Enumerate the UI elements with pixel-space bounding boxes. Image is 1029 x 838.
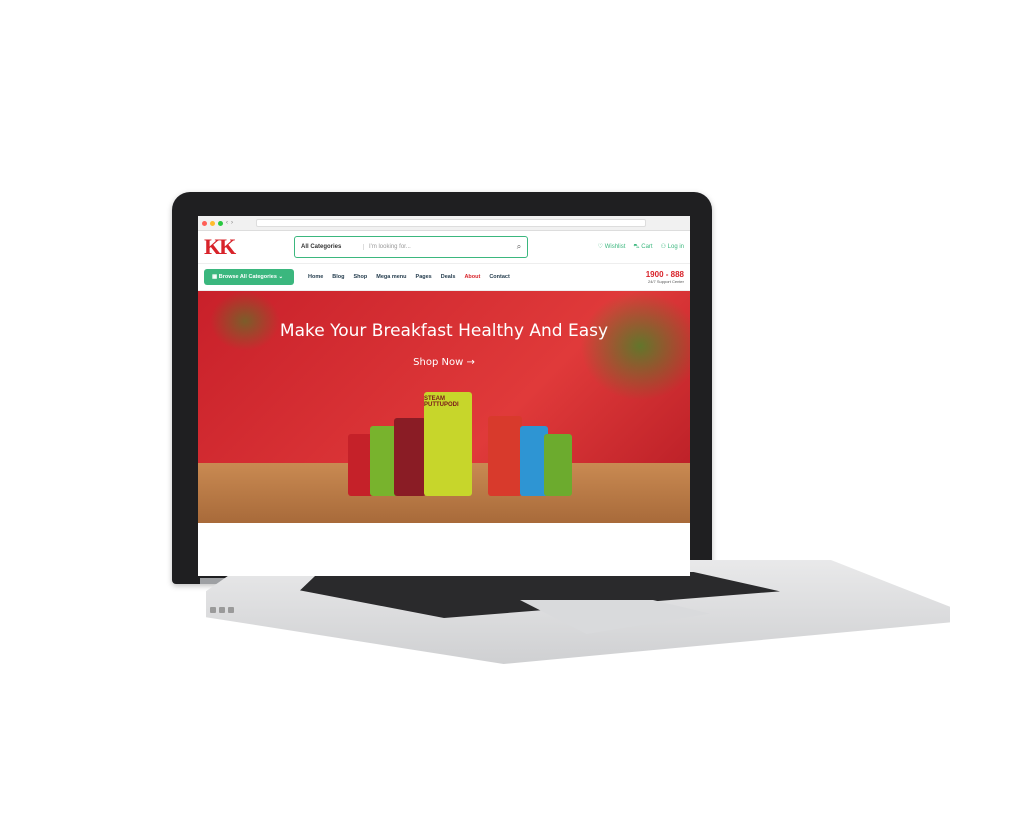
kk-logo[interactable]: KK xyxy=(204,234,244,260)
search-bar: All Categories I'm looking for... ⌕ xyxy=(294,236,528,258)
laptop-ports xyxy=(210,600,260,614)
laptop-screen: ‹ › KK All Categories I'm looking for...… xyxy=(198,216,690,576)
nav-item-deals[interactable]: Deals xyxy=(441,274,456,280)
cart-label: Cart xyxy=(641,244,653,250)
nav-item-contact[interactable]: Contact xyxy=(489,274,509,280)
chevron-down-icon: ⌄ xyxy=(278,274,284,280)
product-pack-featured[interactable]: STEAM PUTTUPODI xyxy=(424,392,472,496)
nav-item-about[interactable]: About xyxy=(464,274,480,280)
search-icon[interactable]: ⌕ xyxy=(511,242,527,252)
cart-link[interactable]: ⛍ Cart xyxy=(633,243,652,251)
header-actions: ♡ Wishlist ⛍ Cart ⚇ Log in xyxy=(598,243,684,251)
back-icon[interactable]: ‹ xyxy=(226,220,228,226)
product-pack[interactable] xyxy=(544,434,572,496)
product-packs: STEAM PUTTUPODI xyxy=(348,391,578,496)
product-pack[interactable] xyxy=(488,416,522,496)
nav-item-blog[interactable]: Blog xyxy=(332,274,344,280)
forward-icon[interactable]: › xyxy=(231,220,233,226)
product-pack[interactable] xyxy=(394,418,426,496)
grid-icon: ▦ xyxy=(212,274,218,280)
main-nav: ▦ Browse All Categories ⌄ Home Blog Shop… xyxy=(198,263,690,291)
site-header: KK All Categories I'm looking for... ⌕ ♡… xyxy=(198,231,690,263)
minimize-dot[interactable] xyxy=(210,220,215,226)
category-select[interactable]: All Categories xyxy=(295,244,364,250)
maximize-dot[interactable] xyxy=(218,220,223,226)
login-label: Log in xyxy=(667,244,684,250)
nav-item-shop[interactable]: Shop xyxy=(354,274,368,280)
close-dot[interactable] xyxy=(202,220,207,226)
shop-now-button[interactable]: Shop Now → xyxy=(198,357,690,368)
support-label: 24/7 Support Center xyxy=(647,279,684,284)
browser-chrome: ‹ › xyxy=(198,216,690,231)
browse-label: Browse All Categories xyxy=(218,274,277,280)
hero-headline: Make Your Breakfast Healthy And Easy xyxy=(279,321,609,341)
nav-menu: Home Blog Shop Mega menu Pages Deals Abo… xyxy=(308,274,510,280)
leaf-decoration-right xyxy=(580,291,690,401)
phone-number[interactable]: 1900 - 888 xyxy=(646,270,684,279)
browse-categories-button[interactable]: ▦ Browse All Categories ⌄ xyxy=(204,269,294,285)
url-bar[interactable] xyxy=(256,219,646,227)
user-icon: ⚇ xyxy=(660,244,666,250)
product-pack-label: STEAM PUTTUPODI xyxy=(424,396,459,408)
nav-item-mega-menu[interactable]: Mega menu xyxy=(376,274,406,280)
login-link[interactable]: ⚇ Log in xyxy=(661,243,684,251)
nav-item-home[interactable]: Home xyxy=(308,274,323,280)
content-area xyxy=(198,523,690,563)
nav-item-pages[interactable]: Pages xyxy=(416,274,432,280)
search-input[interactable]: I'm looking for... xyxy=(364,244,511,250)
hero-banner: Make Your Breakfast Healthy And Easy Sho… xyxy=(198,291,690,523)
cart-icon: ⛍ xyxy=(633,244,640,250)
wishlist-label: Wishlist xyxy=(604,244,626,250)
support-phone: 1900 - 888 24/7 Support Center xyxy=(646,270,684,284)
heart-icon: ♡ xyxy=(597,244,604,250)
wishlist-link[interactable]: ♡ Wishlist xyxy=(598,243,626,251)
